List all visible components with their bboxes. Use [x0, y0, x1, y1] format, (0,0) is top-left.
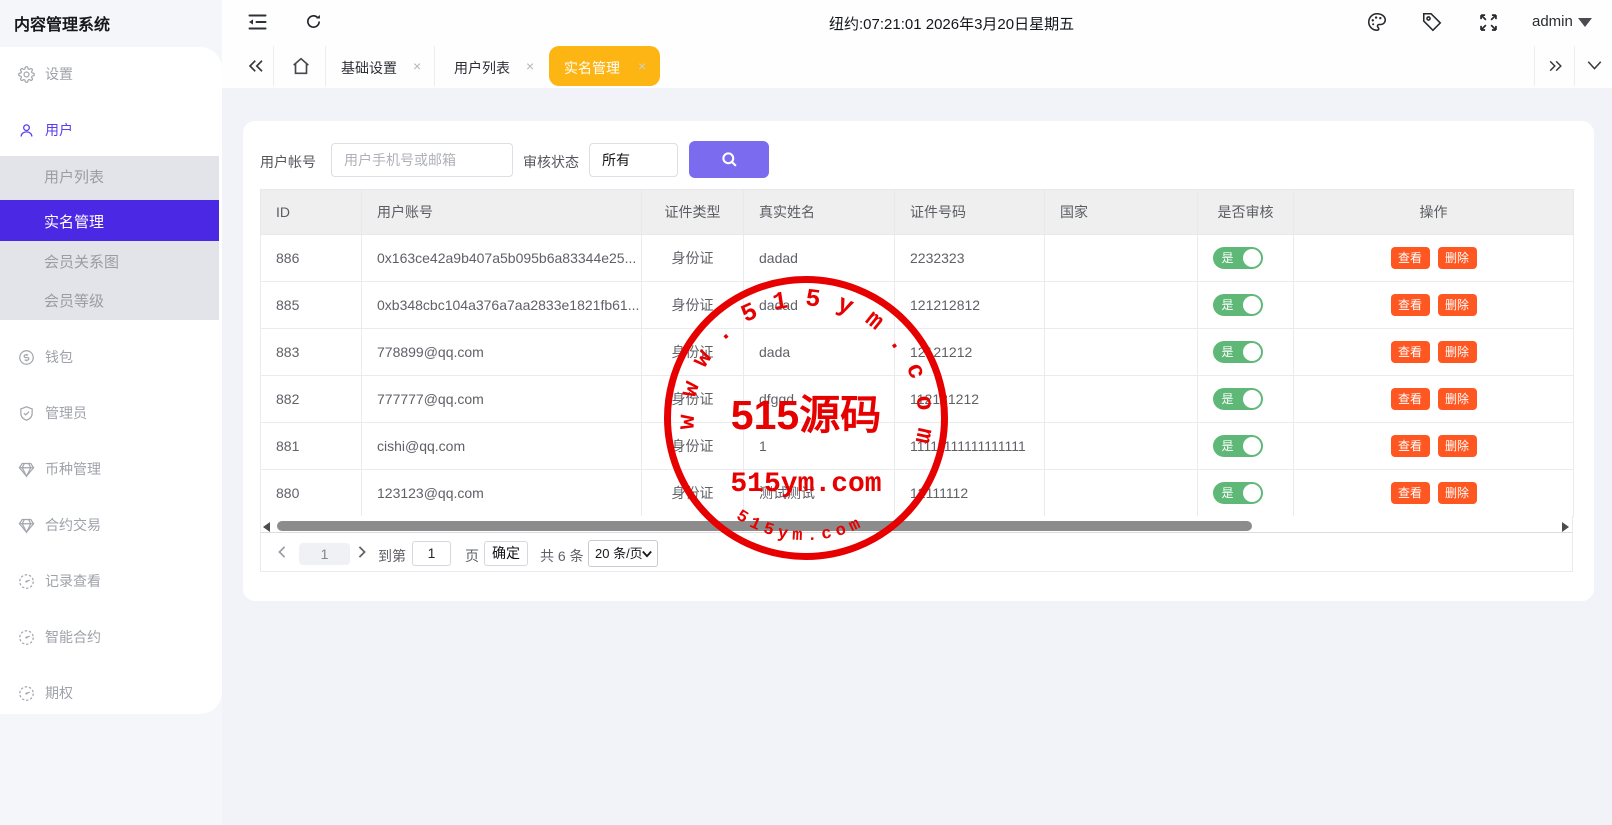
- svg-text:515ym.com: 515ym.com: [730, 469, 881, 500]
- svg-text:515源码: 515源码: [731, 392, 881, 438]
- svg-text:515ym.com: 515ym.com: [732, 507, 868, 546]
